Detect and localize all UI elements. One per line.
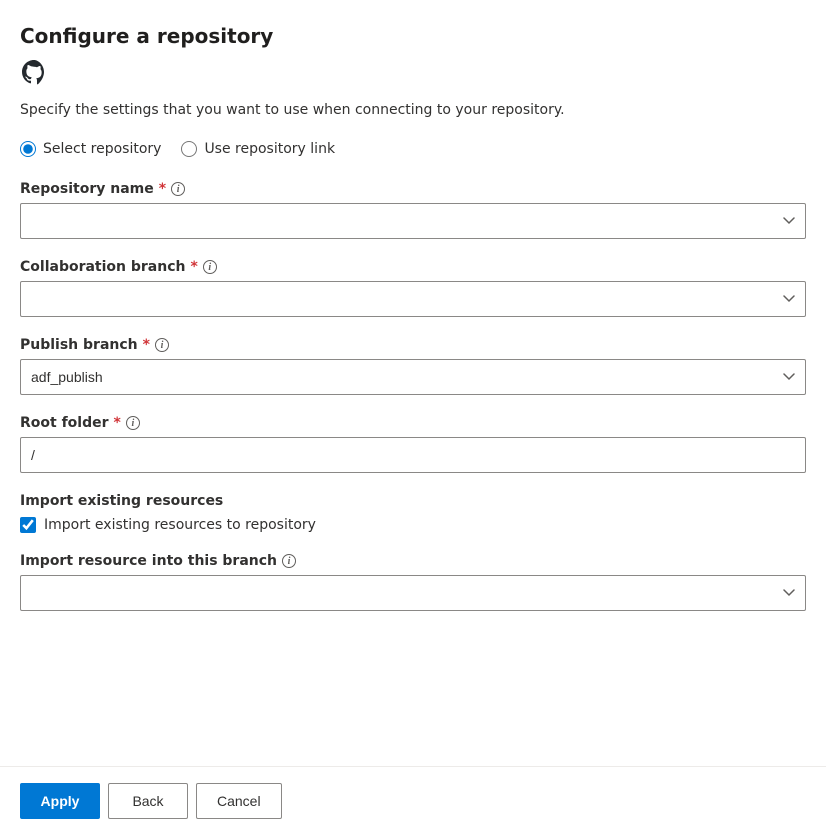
root-folder-section: Root folder * i [20, 415, 806, 473]
import-existing-checkbox-label[interactable]: Import existing resources to repository [44, 517, 316, 533]
publish-branch-label-text: Publish branch [20, 337, 138, 353]
root-folder-label: Root folder * i [20, 415, 806, 431]
collaboration-branch-required: * [190, 259, 197, 275]
footer: Apply Back Cancel [0, 767, 826, 835]
collaboration-branch-info-icon[interactable]: i [203, 260, 217, 274]
radio-use-link-input[interactable] [181, 141, 197, 157]
radio-select-repository-input[interactable] [20, 141, 36, 157]
publish-branch-label: Publish branch * i [20, 337, 806, 353]
radio-use-link[interactable]: Use repository link [181, 141, 335, 157]
radio-select-repository[interactable]: Select repository [20, 141, 161, 157]
repository-name-dropdown[interactable] [20, 203, 806, 239]
import-resource-branch-info-icon[interactable]: i [282, 554, 296, 568]
repository-name-label: Repository name * i [20, 181, 806, 197]
import-existing-checkbox[interactable] [20, 517, 36, 533]
root-folder-info-icon[interactable]: i [126, 416, 140, 430]
repository-name-required: * [159, 181, 166, 197]
collaboration-branch-label-text: Collaboration branch [20, 259, 185, 275]
collaboration-branch-section: Collaboration branch * i [20, 259, 806, 317]
collaboration-branch-dropdown[interactable] [20, 281, 806, 317]
back-button[interactable]: Back [108, 783, 188, 819]
collaboration-branch-label: Collaboration branch * i [20, 259, 806, 275]
github-icon [20, 58, 48, 86]
root-folder-input[interactable] [20, 437, 806, 473]
root-folder-label-text: Root folder [20, 415, 109, 431]
import-resource-branch-section: Import resource into this branch i [20, 553, 806, 611]
repository-name-label-text: Repository name [20, 181, 154, 197]
import-resource-branch-label-text: Import resource into this branch [20, 553, 277, 569]
import-existing-section: Import existing resources Import existin… [20, 493, 806, 533]
publish-branch-dropdown-wrapper: adf_publish [20, 359, 806, 395]
collaboration-branch-dropdown-wrapper [20, 281, 806, 317]
import-resource-branch-label: Import resource into this branch i [20, 553, 806, 569]
radio-select-label: Select repository [43, 141, 161, 157]
publish-branch-dropdown[interactable]: adf_publish [20, 359, 806, 395]
root-folder-required: * [114, 415, 121, 431]
radio-group: Select repository Use repository link [20, 141, 806, 157]
apply-button[interactable]: Apply [20, 783, 100, 819]
import-existing-row: Import existing resources to repository [20, 517, 806, 533]
cancel-button[interactable]: Cancel [196, 783, 282, 819]
publish-branch-info-icon[interactable]: i [155, 338, 169, 352]
repository-name-dropdown-wrapper [20, 203, 806, 239]
repository-name-info-icon[interactable]: i [171, 182, 185, 196]
page-container: Configure a repository Specify the setti… [0, 0, 826, 767]
radio-use-link-label: Use repository link [204, 141, 335, 157]
import-resource-branch-dropdown[interactable] [20, 575, 806, 611]
import-existing-label: Import existing resources [20, 493, 806, 509]
publish-branch-section: Publish branch * i adf_publish [20, 337, 806, 395]
description-text: Specify the settings that you want to us… [20, 100, 806, 121]
publish-branch-required: * [143, 337, 150, 353]
import-resource-branch-dropdown-wrapper [20, 575, 806, 611]
page-title: Configure a repository [20, 24, 806, 48]
repository-name-section: Repository name * i [20, 181, 806, 239]
